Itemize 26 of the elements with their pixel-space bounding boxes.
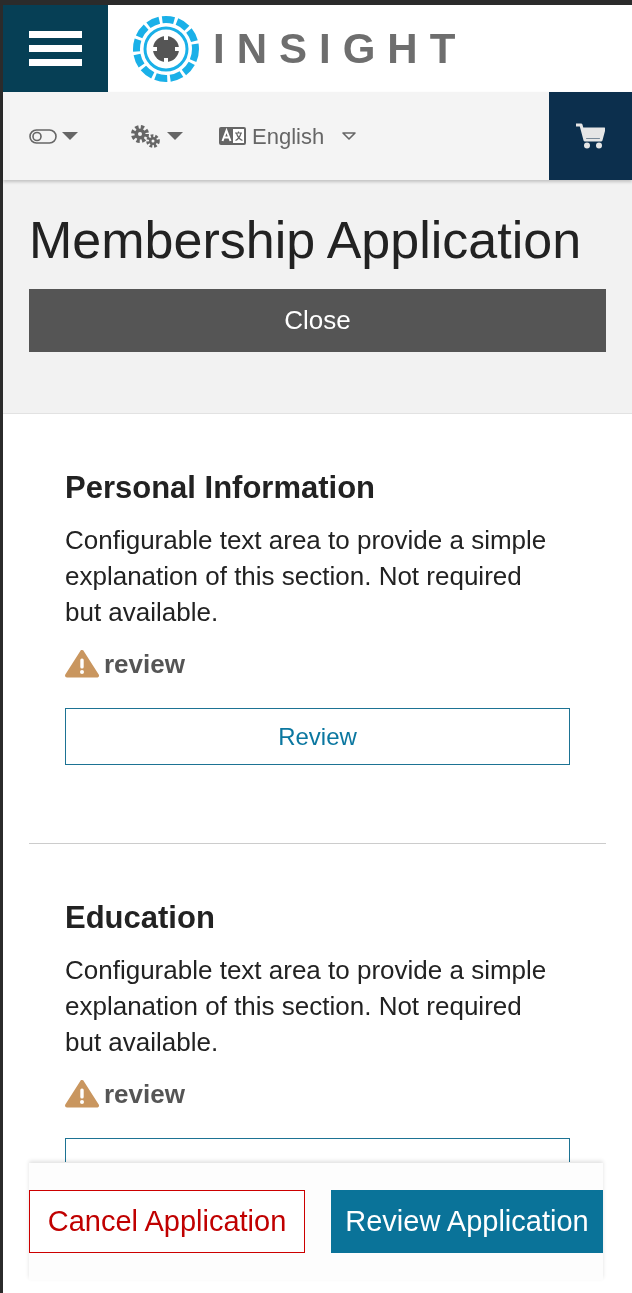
status-label: review	[104, 1077, 185, 1111]
review-button[interactable]: Review	[65, 708, 570, 765]
caret-icon	[62, 132, 78, 140]
logo-text: INSIGHT	[213, 25, 468, 72]
cancel-application-button[interactable]: Cancel Application	[29, 1190, 305, 1253]
cart-icon	[576, 123, 605, 149]
translate-icon	[219, 127, 246, 145]
logo-icon	[133, 15, 199, 82]
status-label: review	[104, 647, 185, 681]
warning-icon	[65, 1080, 99, 1108]
section-title: Education	[65, 899, 216, 937]
review-application-button[interactable]: Review Application	[331, 1190, 603, 1253]
section-description: Configurable text area to provide a simple explanation of this section. Not required but available.	[65, 524, 548, 629]
caret-icon	[167, 132, 183, 140]
toggle-icon	[29, 128, 57, 144]
gears-icon	[130, 123, 162, 149]
section-title: Personal Information	[65, 469, 377, 507]
cart-button[interactable]	[549, 92, 632, 180]
review-button[interactable]	[65, 1138, 570, 1162]
warning-icon	[65, 650, 99, 678]
close-button[interactable]: Close	[29, 289, 606, 352]
menu-button[interactable]	[3, 5, 108, 92]
menu-icon	[29, 31, 82, 66]
caret-icon	[342, 132, 357, 140]
page-title: Membership Application	[29, 210, 583, 270]
section-description: Configurable text area to provide a simple explanation of this section. Not required but available.	[65, 954, 548, 1059]
